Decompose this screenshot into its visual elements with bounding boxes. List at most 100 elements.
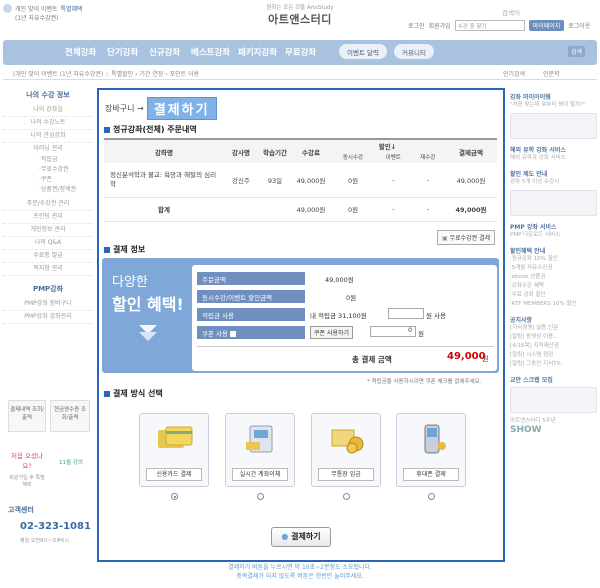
community-button[interactable]: 커뮤니티 xyxy=(394,44,434,59)
discount-label: 할인 xyxy=(378,142,391,151)
sidebar-subitem[interactable]: ·적립금 xyxy=(3,155,93,165)
sidebar-subitem[interactable]: ·상품권/정액권 xyxy=(3,185,93,195)
right-head[interactable]: 강좌 마이아이템 xyxy=(510,92,597,101)
sidebar-subitem[interactable]: ·쿠폰 xyxy=(3,175,93,185)
radio-deposit[interactable] xyxy=(343,493,350,500)
nav-short-courses[interactable]: 단기강좌 xyxy=(107,46,138,58)
method-credit-card[interactable]: 신용카드 결제 xyxy=(139,413,209,487)
radio-mobile[interactable] xyxy=(428,493,435,500)
sidebar-item[interactable]: 나의 Q&A xyxy=(3,237,93,250)
method-bank-transfer[interactable]: 실시간 계좌이체 xyxy=(225,413,295,487)
cart-crumb[interactable]: 장바구니 → xyxy=(105,103,144,114)
col-period: 학습기간 xyxy=(258,138,292,163)
sidebar-item[interactable]: 나의 관심강좌 xyxy=(3,130,93,143)
right-head[interactable]: 할인혜택 안내 xyxy=(510,246,597,255)
sidebar-item[interactable]: 주문/수강권 관리 xyxy=(3,198,93,211)
receipt-label: 결제내역 조회/출력 xyxy=(10,407,44,421)
right-head[interactable]: 해외 유학 강좌 서비스 xyxy=(510,145,597,154)
join-link[interactable]: 회원가입 xyxy=(429,21,451,30)
nav-best-courses[interactable]: 베스트강좌 xyxy=(191,46,230,58)
coupon-checkbox[interactable] xyxy=(230,331,237,337)
sidebar-item[interactable]: 수료증 발급 xyxy=(3,250,93,263)
col-course: 강좌명 xyxy=(104,138,224,163)
points-label: 적립금 사용 xyxy=(197,308,305,321)
lecture-badge[interactable]: 11월 강의 xyxy=(52,458,90,466)
my-info-heading: 나의 수강 정보 xyxy=(26,91,70,99)
show-banner[interactable]: SHOW xyxy=(510,426,597,435)
sidebar-item[interactable]: PMP강좌 강좌관리 xyxy=(3,311,93,324)
site-logo[interactable]: 원하는 모든 것을 ArtsStudy 아트앤스터디 xyxy=(230,3,370,27)
event-banner[interactable]: 개인 맞이 이벤트 특별혜택 (1년 자유수강권) xyxy=(3,4,113,34)
sidebar-item[interactable]: 개인정보 관리 xyxy=(3,224,93,237)
bullet-icon xyxy=(104,246,110,253)
points-input[interactable] xyxy=(388,308,424,319)
logout-link[interactable]: 로그아웃 xyxy=(568,21,590,30)
order-section-heading: 정규강좌(전체) 주문내역 xyxy=(104,124,197,135)
method-section-heading: 결제 방식 선택 xyxy=(104,388,163,399)
empty-cell xyxy=(224,197,258,222)
cash-receipt-button[interactable]: 현금영수증 조회/출력 xyxy=(50,400,90,432)
total-amount: 49,000원 xyxy=(445,197,497,222)
event-line2: (1년 자유수강권) xyxy=(15,15,59,22)
payinfo-section-title: 결제 정보 xyxy=(113,245,146,254)
sidebar-item[interactable]: 쪽지함 관리 xyxy=(3,263,93,276)
method-mobile[interactable]: 휴대폰 결제 xyxy=(396,413,466,487)
top-links: 로그인 회원가입 수강 중 찾기 마이페이지 로그아웃 xyxy=(408,20,590,31)
mypage-button[interactable]: 마이페이지 xyxy=(528,20,565,31)
use-coupon-button[interactable]: 쿠폰 사용하기 xyxy=(310,326,354,339)
login-link[interactable]: 로그인 xyxy=(408,21,425,30)
col-retake: 재수강 xyxy=(410,151,445,163)
period-cell: 93일 xyxy=(258,163,292,198)
sidebar-item[interactable]: 프린팅 관리 xyxy=(3,211,93,224)
first-visit-title[interactable]: 처음 오셨나요? xyxy=(8,450,46,470)
right-text: ·5개월 자유수강권 xyxy=(510,265,553,271)
receipt-button[interactable]: 결제내역 조회/출력 xyxy=(8,400,46,432)
amount-cell: 49,000원 xyxy=(445,163,497,198)
sidebar-item[interactable]: 나의 수강노트 xyxy=(3,117,93,130)
col-discount: 할인↓ xyxy=(330,138,445,151)
order-amount-value: 49,000원 xyxy=(325,276,354,284)
sidebar-subitem[interactable]: ·무료수강권 xyxy=(3,165,93,175)
right-text: ·정규강좌 10% 할인 xyxy=(510,256,558,262)
event-cell: - xyxy=(376,163,411,198)
right-text: PMP 다운로드 서비스 xyxy=(510,232,561,238)
right-banner[interactable] xyxy=(510,190,597,216)
sidebar-item[interactable]: PMP강좌 장바구니 xyxy=(3,298,93,311)
right-banner[interactable] xyxy=(510,113,597,139)
pay-button[interactable]: ● 결제하기 xyxy=(271,527,331,547)
coupon-input[interactable]: 0 xyxy=(370,326,416,337)
nav-search-input[interactable]: 검색어 xyxy=(497,4,591,19)
popular-search-term[interactable]: 인문학 xyxy=(543,69,560,78)
right-head[interactable]: 할인 제도 안내 xyxy=(510,169,597,178)
check-circle-icon: ● xyxy=(281,532,292,541)
nav-all-courses[interactable]: 전체강좌 xyxy=(65,46,96,58)
method-deposit[interactable]: 무통장 입금 xyxy=(311,413,381,487)
right-banner[interactable] xyxy=(510,387,597,413)
left-sidebar: 나의 수강 정보 나의 강좌실 나의 수강노트 나의 관심강좌 이러닝 관리 ·… xyxy=(3,86,93,324)
notice-item[interactable]: [알림] 그동안 지식TV.. xyxy=(510,360,597,369)
breadcrumb: 장바구니 → 결제하기 xyxy=(105,97,217,120)
sidebar-item[interactable]: 나의 강좌실 xyxy=(3,104,93,117)
event-calendar-button[interactable]: 이벤트 달력 xyxy=(339,44,387,59)
customer-center-hours: 평일 오전9시~오후6시 xyxy=(20,538,69,544)
notice-item[interactable]: [4/16목] 지적재산권 xyxy=(510,342,597,351)
radio-bank-transfer[interactable] xyxy=(257,493,264,500)
radio-credit-card[interactable] xyxy=(171,493,178,500)
course-name[interactable]: 정신분석학과 불교: 욕망과 해탈의 심리학 xyxy=(104,163,224,198)
right-head[interactable]: 교안 스크랩 모집 xyxy=(510,375,597,384)
nav-search-button[interactable]: 검색 xyxy=(568,46,586,57)
notice-item[interactable]: [지식경쟁] 실용 인문 xyxy=(510,324,597,333)
notice-heading[interactable]: 공지사항 xyxy=(510,315,597,324)
promo-ticker[interactable]: (개인 맞이 이벤트 (1년 자유수강권) :: 특별할인 › 기간 연장 › … xyxy=(13,69,199,78)
nav-new-courses[interactable]: 신규강좌 xyxy=(149,46,180,58)
course-search-input[interactable]: 수강 중 찾기 xyxy=(454,20,525,31)
sidebar-item[interactable]: 이러닝 관리 xyxy=(3,143,93,155)
notice-item[interactable]: [알림] 동영상 이용.. xyxy=(510,333,597,342)
order-amount-label: 주문금액 xyxy=(197,272,305,285)
nav-package-courses[interactable]: 패키지강좌 xyxy=(238,46,277,58)
total-fee: 49,000원 xyxy=(292,197,330,222)
nav-free-courses[interactable]: 무료강좌 xyxy=(285,46,316,58)
free-voucher-button[interactable]: ▣ 무료수강권 결제 xyxy=(437,230,496,245)
right-head[interactable]: PMP 강좌 서비스 xyxy=(510,222,597,231)
notice-item[interactable]: [알림] 시스템 점검 xyxy=(510,351,597,360)
